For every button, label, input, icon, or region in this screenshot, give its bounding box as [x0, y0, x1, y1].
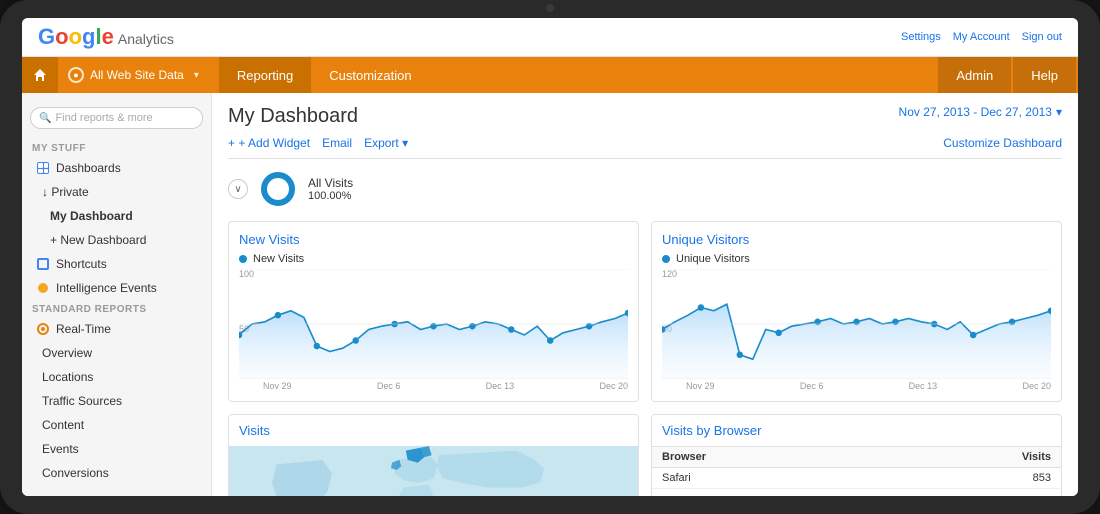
segment-donut-chart: [258, 169, 298, 209]
widget-title-new-visits[interactable]: New Visits: [239, 232, 628, 247]
section-my-stuff: MY STUFF: [22, 139, 211, 156]
logo-analytics: Analytics: [118, 31, 174, 47]
widget-new-visits: New Visits New Visits 100 50: [228, 221, 639, 402]
home-button[interactable]: [22, 57, 58, 93]
chart-legend-unique-visitors: Unique Visitors: [662, 253, 1051, 265]
my-account-link[interactable]: My Account: [953, 31, 1010, 43]
section-standard-reports: STANDARD REPORTS: [22, 300, 211, 317]
sidebar-item-realtime[interactable]: Real-Time: [22, 317, 211, 341]
customize-dashboard-button[interactable]: Customize Dashboard: [943, 136, 1062, 150]
export-button[interactable]: Export ▾: [364, 136, 408, 150]
nav-bar: ● All Web Site Data ▾ Reporting Customiz…: [22, 57, 1078, 93]
sidebar: 🔍 Find reports & more MY STUFF Dashboard…: [22, 93, 212, 496]
page-title: My Dashboard: [228, 105, 358, 128]
logo: Google Analytics: [38, 24, 174, 50]
sidebar-item-conversions[interactable]: Conversions: [22, 461, 211, 485]
intelligence-icon: [36, 281, 50, 295]
realtime-icon: [36, 322, 50, 336]
col-browser: Browser: [652, 447, 883, 468]
x-axis-new-visits: Nov 29 Dec 6 Dec 13 Dec 20: [239, 381, 628, 391]
tab-customization[interactable]: Customization: [311, 57, 429, 93]
nav-right: Admin Help: [938, 57, 1078, 93]
x-axis-unique-visitors: Nov 29 Dec 6 Dec 13 Dec 20: [662, 381, 1051, 391]
sidebar-item-events[interactable]: Events: [22, 437, 211, 461]
camera-icon: [546, 4, 554, 12]
logo-text: Google: [38, 24, 114, 50]
tab-reporting[interactable]: Reporting: [219, 57, 311, 93]
segment-row: ∨ All Visits 100.00%: [228, 169, 1062, 209]
widget-visits-map: Visits: [228, 414, 639, 496]
widget-title-unique-visitors[interactable]: Unique Visitors: [662, 232, 1051, 247]
sidebar-item-dashboards[interactable]: Dashboards: [22, 156, 211, 180]
sidebar-item-overview[interactable]: Overview: [22, 341, 211, 365]
nav-tabs: Reporting Customization: [219, 57, 430, 93]
browser-name: Safari: [652, 468, 883, 489]
help-button[interactable]: Help: [1013, 57, 1076, 93]
admin-button[interactable]: Admin: [938, 57, 1011, 93]
account-name: All Web Site Data: [90, 68, 184, 82]
legend-dot-new-visits: [239, 255, 247, 263]
sidebar-item-content[interactable]: Content: [22, 413, 211, 437]
content-area: My Dashboard Nov 27, 2013 - Dec 27, 2013…: [212, 93, 1078, 496]
chart-legend-new-visits: New Visits: [239, 253, 628, 265]
sidebar-item-shortcuts[interactable]: Shortcuts: [22, 252, 211, 276]
account-selector[interactable]: ● All Web Site Data ▾: [58, 67, 209, 83]
sidebar-item-traffic-sources[interactable]: Traffic Sources: [22, 389, 211, 413]
search-box[interactable]: 🔍 Find reports & more: [30, 107, 203, 129]
tablet-frame: Google Analytics Settings My Account Sig…: [0, 0, 1100, 514]
sidebar-item-new-dashboard[interactable]: + New Dashboard: [22, 228, 211, 252]
charts-grid: New Visits New Visits 100 50: [228, 221, 1062, 496]
browser-table: Browser Visits Safari 853: [652, 446, 1061, 489]
widget-unique-visitors: Unique Visitors Unique Visitors 120 60: [651, 221, 1062, 402]
add-widget-button[interactable]: + Add Widget: [228, 136, 310, 150]
browser-visits: 853: [883, 468, 1061, 489]
widget-title-visits-by-browser[interactable]: Visits by Browser: [652, 415, 1061, 446]
search-icon: 🔍: [39, 113, 51, 124]
content-header: My Dashboard Nov 27, 2013 - Dec 27, 2013…: [228, 105, 1062, 128]
date-range-picker[interactable]: Nov 27, 2013 - Dec 27, 2013 ▾: [899, 105, 1062, 119]
email-button[interactable]: Email: [322, 136, 352, 150]
search-placeholder: Find reports & more: [55, 112, 152, 124]
sidebar-item-locations[interactable]: Locations: [22, 365, 211, 389]
col-visits: Visits: [883, 447, 1061, 468]
dashboards-icon: [36, 161, 50, 175]
segment-info: All Visits 100.00%: [308, 176, 353, 202]
settings-link[interactable]: Settings: [901, 31, 941, 43]
map-area: [229, 446, 638, 496]
segment-toggle[interactable]: ∨: [228, 179, 248, 199]
main-content: 🔍 Find reports & more MY STUFF Dashboard…: [22, 93, 1078, 496]
widget-title-visits[interactable]: Visits: [229, 415, 638, 446]
account-dropdown-icon: ▾: [194, 70, 199, 81]
sidebar-item-private[interactable]: ↓ Private: [22, 180, 211, 204]
legend-dot-unique-visitors: [662, 255, 670, 263]
toolbar-left: + Add Widget Email Export ▾: [228, 136, 408, 150]
sidebar-item-intelligence[interactable]: Intelligence Events: [22, 276, 211, 300]
sign-out-link[interactable]: Sign out: [1022, 31, 1062, 43]
tablet-screen: Google Analytics Settings My Account Sig…: [22, 18, 1078, 496]
toolbar: + Add Widget Email Export ▾ Customize Da…: [228, 136, 1062, 159]
top-bar: Google Analytics Settings My Account Sig…: [22, 18, 1078, 57]
widget-visits-by-browser: Visits by Browser Browser Visits Safa: [651, 414, 1062, 496]
shortcuts-icon: [36, 257, 50, 271]
sidebar-item-my-dashboard[interactable]: My Dashboard: [22, 204, 211, 228]
top-links: Settings My Account Sign out: [901, 31, 1062, 43]
globe-icon: ●: [68, 67, 84, 83]
table-row: Safari 853: [652, 468, 1061, 489]
